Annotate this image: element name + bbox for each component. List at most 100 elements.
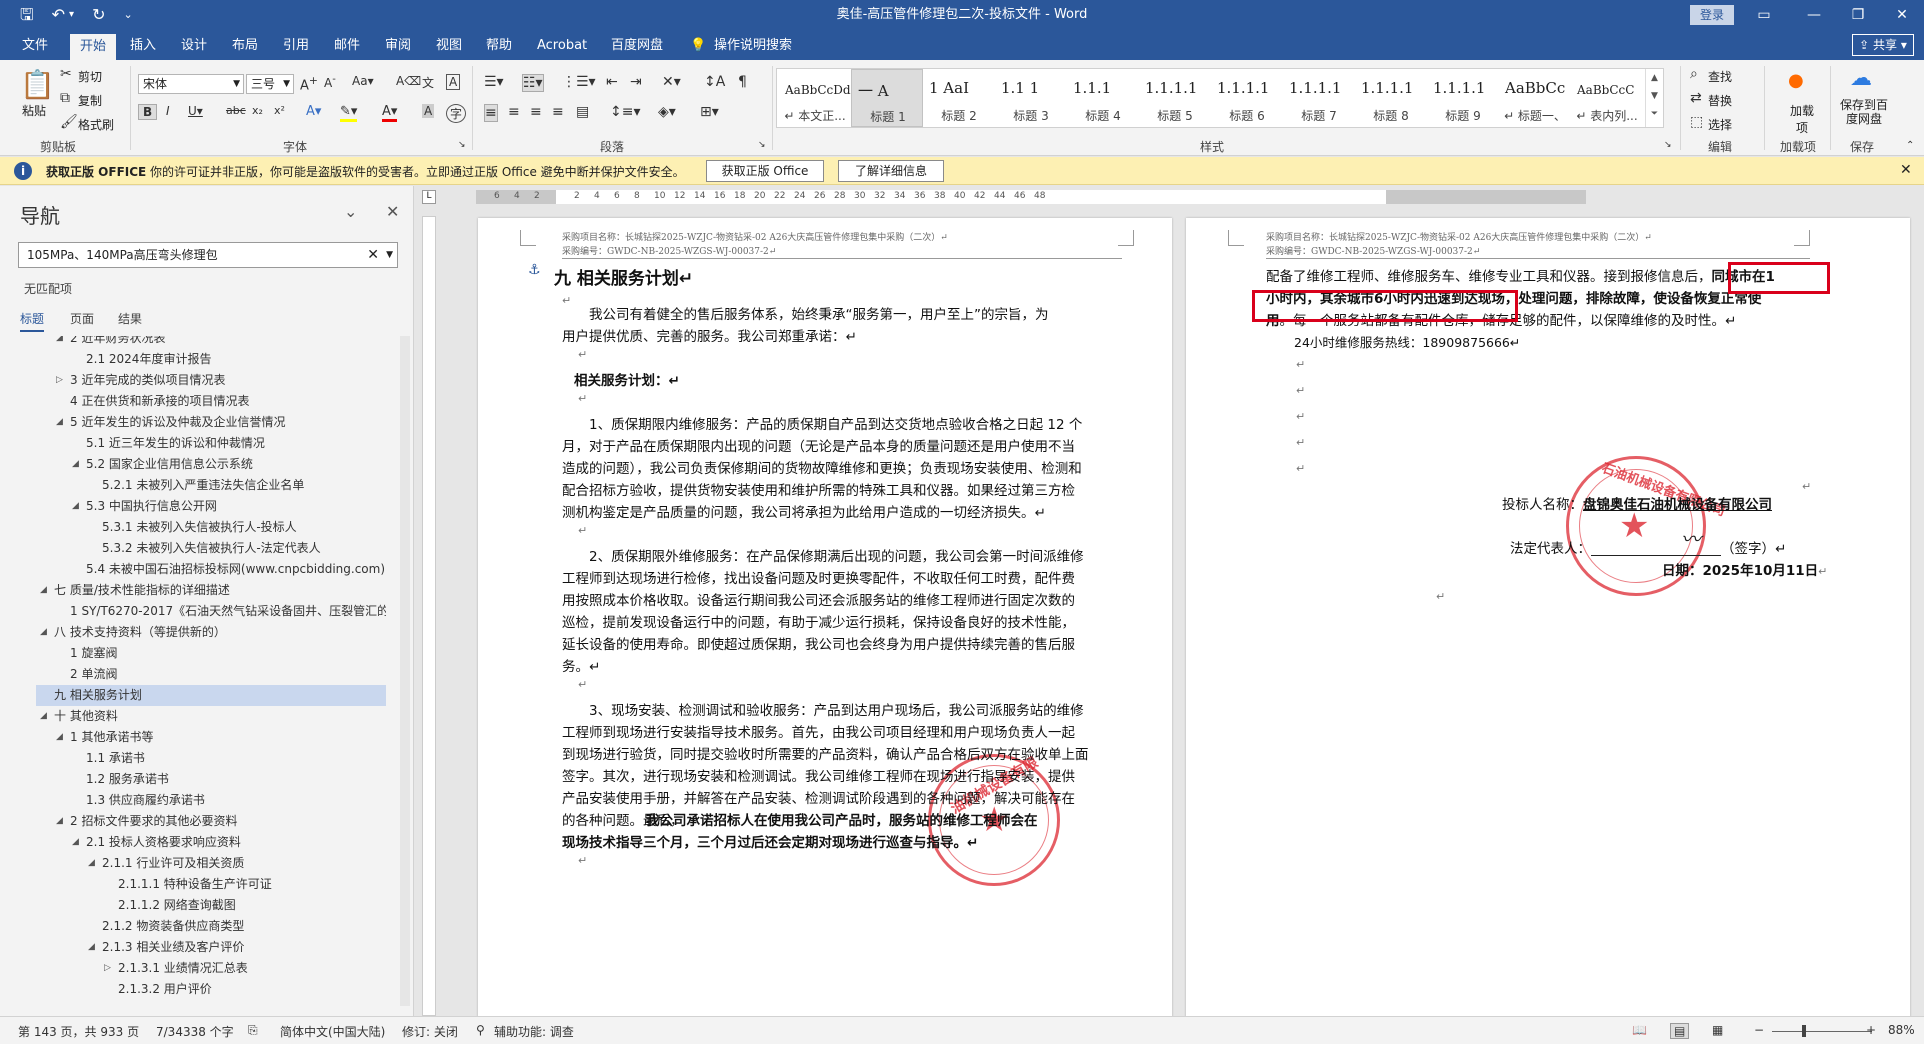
decrease-indent-icon[interactable]: ⇤ [606, 74, 618, 90]
clear-search-icon[interactable]: ✕ [367, 243, 379, 267]
nav-heading-item[interactable]: ◢ 5 近年发生的诉讼及仲裁及企业信誉情况 [36, 412, 386, 433]
nav-tab-headings[interactable]: 标题 [20, 310, 45, 332]
multilevel-list-icon[interactable]: ⋮☰▾ [562, 74, 596, 90]
restore-icon[interactable]: ❐ [1838, 0, 1878, 30]
style-heading-9[interactable]: 1.1.1.1 标题 9 [1427, 69, 1499, 127]
tab-file[interactable]: 文件 [22, 36, 48, 56]
align-left-icon[interactable]: ≡ [484, 104, 498, 122]
style-table-column[interactable]: AaBbCcC ↵ 表内列... [1571, 69, 1643, 127]
italic-icon[interactable]: I [166, 104, 170, 118]
nav-heading-item[interactable]: ◢ 2.1 投标人资格要求响应资料 [36, 832, 386, 853]
font-size-combo[interactable]: 三号 ▼ [246, 74, 294, 94]
nav-heading-item[interactable]: 1.2 服务承诺书 [36, 769, 386, 790]
close-window-icon[interactable]: ✕ [1882, 0, 1922, 30]
tab-view[interactable]: 视图 [436, 36, 462, 56]
nav-heading-item[interactable]: ◢ 1 其他承诺书等 [36, 727, 386, 748]
line-spacing-icon[interactable]: ↕≡▾ [610, 104, 641, 120]
nav-heading-item[interactable]: 5.3.2 未被列入失信被执行人-法定代表人 [36, 538, 386, 559]
replace-button[interactable]: 替换 [1708, 92, 1732, 109]
nav-heading-item[interactable]: 2.1.1.2 网络查询截图 [36, 895, 386, 916]
numbering-icon[interactable]: ☷▾ [522, 74, 544, 92]
nav-heading-item[interactable]: ◢ 2 招标文件要求的其他必要资料 [36, 811, 386, 832]
vertical-ruler[interactable] [422, 216, 436, 1016]
document-page-right[interactable]: 采购项目名称：长城钻探2025-WZJC-物资钻采-02 A26大庆高压管件修理… [1186, 218, 1910, 1016]
horizontal-ruler[interactable]: 6 4 2 2 4 6 8 10 12 14 16 18 20 22 24 26 28 30 32 34 36 38 40 4… [476, 190, 1586, 204]
nav-heading-item[interactable]: 1.1 承诺书 [36, 748, 386, 769]
tab-help[interactable]: 帮助 [486, 36, 512, 56]
tab-insert[interactable]: 插入 [130, 36, 156, 56]
redo-icon[interactable]: ↻ [92, 0, 105, 30]
tab-selector[interactable]: L [422, 190, 436, 204]
find-button[interactable]: 查找 [1708, 68, 1732, 85]
zoom-slider[interactable] [1772, 1031, 1872, 1032]
minimize-icon[interactable]: — [1794, 0, 1834, 30]
underline-icon[interactable]: U▾ [188, 104, 203, 118]
accessibility-icon[interactable]: ⚲ [476, 1023, 485, 1037]
expanded-triangle-icon[interactable]: ◢ [56, 412, 63, 433]
nav-heading-item[interactable]: 5.1 近三年发生的诉讼和仲裁情况 [36, 433, 386, 454]
style-heading-4[interactable]: 1.1.1 标题 4 [1067, 69, 1139, 127]
tab-layout[interactable]: 布局 [232, 36, 258, 56]
expanded-triangle-icon[interactable]: ◢ [56, 336, 63, 349]
zoom-level[interactable]: 88% [1888, 1023, 1915, 1037]
text-effects-icon[interactable]: A▾ [306, 104, 321, 119]
align-center-icon[interactable]: ≡ [508, 104, 520, 120]
styles-scroll-icon[interactable]: ▲ ▼ ⏷ [1645, 69, 1663, 127]
paragraph-dialog-launcher-icon[interactable]: ↘ [758, 140, 766, 150]
superscript-icon[interactable]: x² [274, 104, 285, 117]
align-right-icon[interactable]: ≡ [530, 104, 542, 120]
increase-indent-icon[interactable]: ⇥ [630, 74, 642, 90]
tab-design[interactable]: 设计 [181, 36, 207, 56]
styles-dialog-launcher-icon[interactable]: ↘ [1664, 140, 1672, 150]
justify-icon[interactable]: ≡ [552, 104, 564, 120]
nav-heading-item[interactable]: 2.1.2 物资装备供应商类型 [36, 916, 386, 937]
nav-heading-item[interactable]: ◢ 七 质量/技术性能指标的详细描述 [36, 580, 386, 601]
expanded-triangle-icon[interactable]: ◢ [40, 706, 47, 727]
tab-review[interactable]: 审阅 [385, 36, 411, 56]
font-dialog-launcher-icon[interactable]: ↘ [458, 140, 466, 150]
nav-heading-item[interactable]: 1.3 供应商履约承诺书 [36, 790, 386, 811]
nav-heading-item[interactable]: 2.1.1.1 特种设备生产许可证 [36, 874, 386, 895]
style-heading-3[interactable]: 1.1 1 标题 3 [995, 69, 1067, 127]
style-heading-2[interactable]: 1 AaI 标题 2 [923, 69, 995, 127]
shading-icon[interactable]: ◈▾ [658, 104, 676, 120]
find-icon[interactable]: ⌕ [1690, 66, 1698, 82]
nav-tab-pages[interactable]: 页面 [70, 310, 94, 327]
nav-heading-item[interactable]: 九 相关服务计划 [36, 685, 386, 706]
nav-heading-item[interactable]: ▷ 2.1.3.1 业绩情况汇总表 [36, 958, 386, 979]
highlight-icon[interactable]: ✎▾ [340, 104, 358, 122]
language[interactable]: 简体中文(中国大陆) [280, 1023, 385, 1040]
nav-heading-item[interactable]: 1 SY/T6270-2017《石油天然气钻采设备固井、压裂管汇的... [36, 601, 386, 622]
char-border-icon[interactable]: A [446, 74, 461, 90]
cut-button[interactable]: 剪切 [78, 68, 102, 85]
proofing-icon[interactable]: ⎘ [248, 1023, 258, 1038]
accessibility-status[interactable]: 辅助功能: 调查 [494, 1023, 574, 1040]
web-layout-icon[interactable]: ▦ [1712, 1023, 1723, 1037]
document-page-left[interactable]: 采购项目名称：长城钻探2025-WZJC-物资钻采-02 A26大庆高压管件修理… [478, 218, 1172, 1016]
expanded-triangle-icon[interactable]: ◢ [40, 622, 47, 643]
nav-scrollbar[interactable] [400, 336, 410, 1006]
select-button[interactable]: 选择 [1708, 116, 1732, 133]
expanded-triangle-icon[interactable]: ◢ [56, 727, 63, 748]
nav-heading-item[interactable]: ◢ 2.1.3 相关业绩及客户评价 [36, 937, 386, 958]
subscript-icon[interactable]: x₂ [252, 104, 263, 117]
change-case-icon[interactable]: Aa▾ [352, 74, 374, 88]
cut-icon[interactable]: ✂ [60, 66, 72, 82]
nav-options-icon[interactable]: ⌄ [344, 202, 357, 221]
undo-icon[interactable]: ↶ [52, 0, 65, 30]
enclose-char-icon[interactable]: 字 [446, 104, 467, 123]
close-notice-icon[interactable]: ✕ [1900, 162, 1912, 178]
save-to-cloud-button[interactable]: 保存到百度网盘 [1836, 98, 1892, 126]
nav-tab-results[interactable]: 结果 [118, 310, 142, 327]
char-shading-icon[interactable]: A [422, 104, 435, 118]
nav-heading-item[interactable]: ◢ 2.1.1 行业许可及相关资质 [36, 853, 386, 874]
tab-mailings[interactable]: 邮件 [334, 36, 360, 56]
zoom-out-icon[interactable]: − [1754, 1023, 1764, 1037]
save-icon[interactable]: 🖫 [20, 0, 34, 30]
ribbon-display-icon[interactable]: ▭ [1744, 0, 1784, 30]
tab-acrobat[interactable]: Acrobat [537, 36, 587, 56]
style-heading-1[interactable]: 一 A 标题 1 [851, 69, 923, 127]
sort-icon[interactable]: ↕A [704, 74, 725, 90]
tab-references[interactable]: 引用 [283, 36, 309, 56]
nav-heading-item[interactable]: ▷ 3 近年完成的类似项目情况表 [36, 370, 386, 391]
